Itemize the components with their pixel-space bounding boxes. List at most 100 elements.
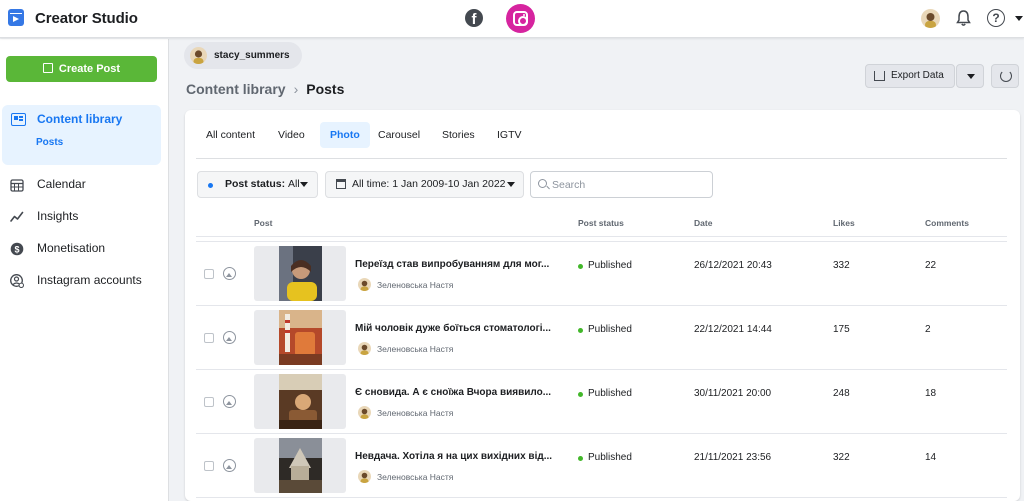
status-dot-icon [578,264,583,269]
tab-carousel[interactable]: Carousel [368,122,430,148]
sidebar-item-label: Instagram accounts [37,273,142,287]
account-switcher[interactable]: stacy_summers [184,42,302,69]
avatar [358,470,371,483]
photo-type-icon [223,267,236,280]
avatar [358,278,371,291]
page-title: Posts [306,81,345,97]
status-dot-icon [578,392,583,397]
post-likes: 175 [833,324,850,335]
sidebar-item-label: Calendar [37,177,86,191]
bell-icon[interactable] [955,9,972,27]
photo-type-icon [223,331,236,344]
create-post-button[interactable]: Create Post [6,56,157,82]
tab-photo[interactable]: Photo [320,122,370,148]
row-checkbox[interactable] [204,461,214,471]
tab-igtv[interactable]: IGTV [487,122,532,148]
post-author: Зеленовська Настя [377,344,454,354]
search-box [530,171,713,198]
status-badge: Published [588,260,632,271]
post-author: Зеленовська Настя [377,472,454,482]
top-bar: Creator Studio f ? [0,0,1024,38]
sidebar-item-monetisation[interactable]: $ Monetisation [10,240,160,258]
row-checkbox[interactable] [204,397,214,407]
avatar [358,406,371,419]
tab-video[interactable]: Video [268,122,315,148]
tab-stories[interactable]: Stories [432,122,485,148]
column-header-post: Post [254,218,273,228]
facebook-icon[interactable]: f [465,9,483,27]
post-thumbnail[interactable] [254,246,346,301]
column-header-likes[interactable]: Likes [833,218,855,228]
photo-type-icon [223,395,236,408]
date-range-label: All time: 1 Jan 2009-10 Jan 2022 [352,178,506,190]
date-range-filter[interactable]: All time: 1 Jan 2009-10 Jan 2022 [325,171,524,198]
account-name: stacy_summers [214,50,290,61]
post-date: 26/12/2021 20:43 [694,260,772,271]
sidebar-item-instagram-accounts[interactable]: Instagram accounts [10,272,160,290]
content-card: All content Video Photo Carousel Stories… [185,110,1020,501]
post-comments: 22 [925,260,937,271]
export-label: Export Data [891,70,944,81]
post-comments: 14 [925,452,937,463]
sidebar-item-calendar[interactable]: Calendar [10,176,160,194]
calendar-icon [336,179,346,189]
post-comments: 2 [925,324,931,335]
filter-label: Post status: [225,178,286,190]
post-likes: 332 [833,260,850,271]
post-title[interactable]: Є сновида. А є сноїжа Вчора виявило... [355,387,561,398]
tab-all-content[interactable]: All content [196,122,265,148]
divider [196,158,1007,159]
search-icon [538,179,547,188]
breadcrumb-parent[interactable]: Content library [186,81,286,97]
post-title[interactable]: Невдача. Хотіла я на цих вихідних від... [355,451,561,462]
post-date: 22/12/2021 14:44 [694,324,772,335]
post-author: Зеленовська Настя [377,280,454,290]
sidebar-item-label: Insights [37,209,79,223]
table-row[interactable]: Є сновида. А є сноїжа Вчора виявило... З… [196,370,1007,434]
filter-value: All [288,178,300,190]
column-header-date[interactable]: Date [694,218,712,228]
status-dot-icon [578,328,583,333]
chevron-down-icon [507,182,515,187]
status-dot-icon [208,183,213,188]
account-menu-caret-icon[interactable] [1015,16,1023,21]
compose-icon [42,63,53,73]
row-checkbox[interactable] [204,333,214,343]
avatar[interactable] [921,9,940,28]
column-header-status[interactable]: Post status [578,218,624,228]
help-icon[interactable]: ? [987,9,1005,27]
instagram-icon[interactable] [506,4,535,33]
column-header-comments[interactable]: Comments [925,218,969,228]
table-row[interactable]: Невдача. Хотіла я на цих вихідних від...… [196,434,1007,498]
post-comments: 18 [925,388,937,399]
sidebar-item-content-library[interactable]: Content library Posts [2,105,161,165]
sidebar-item-label: Monetisation [37,241,106,255]
accounts-icon [10,274,24,288]
sidebar-subitem-posts[interactable]: Posts [36,137,63,148]
breadcrumb-chevron-icon: › [293,81,299,97]
dollar-icon: $ [10,242,24,256]
status-badge: Published [588,324,632,335]
status-badge: Published [588,388,632,399]
export-icon [874,71,885,81]
create-post-label: Create Post [58,63,121,75]
post-thumbnail[interactable] [254,438,346,493]
content-library-icon [11,113,26,126]
export-data-button[interactable]: Export Data [865,64,955,88]
breadcrumb: Content library › Posts [186,81,344,97]
export-options-dropdown[interactable] [956,64,984,88]
table-row[interactable]: Мій чоловік дуже боїться стоматологі... … [196,306,1007,370]
creator-studio-logo-icon [8,9,24,26]
svg-text:$: $ [14,244,19,254]
status-badge: Published [588,452,632,463]
search-input[interactable] [552,175,707,194]
post-title[interactable]: Переїзд став випробуванням для мог... [355,259,561,270]
post-thumbnail[interactable] [254,374,346,429]
post-status-filter[interactable]: Post status: All [197,171,318,198]
table-row[interactable]: Переїзд став випробуванням для мог... Зе… [196,242,1007,306]
sidebar-item-insights[interactable]: Insights [10,208,160,226]
post-title[interactable]: Мій чоловік дуже боїться стоматологі... [355,323,561,334]
row-checkbox[interactable] [204,269,214,279]
refresh-button[interactable] [991,64,1019,88]
post-thumbnail[interactable] [254,310,346,365]
